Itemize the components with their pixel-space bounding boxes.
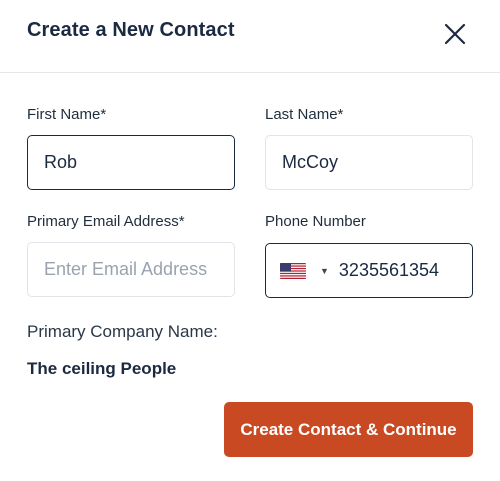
first-name-label: First Name* [27,106,107,123]
phone-label: Phone Number [265,213,366,230]
first-name-field[interactable]: Rob [27,135,235,190]
create-contact-dialog: Create a New Contact First Name* Rob Las… [0,0,500,481]
company-name: The ceiling People [27,359,177,378]
dialog-title: Create a New Contact [27,19,235,41]
phone-field[interactable]: ▼ 3235561354 [265,243,473,298]
caret-down-icon[interactable]: ▼ [320,266,329,276]
email-label: Primary Email Address* [27,213,185,230]
create-contact-button[interactable]: Create Contact & Continue [224,402,473,457]
dialog-header: Create a New Contact [0,0,500,73]
close-icon [444,23,466,45]
company-label: Primary Company Name: [27,322,218,341]
last-name-value: McCoy [282,152,339,172]
last-name-field[interactable]: McCoy [265,135,473,190]
close-button[interactable] [441,20,469,48]
first-name-value: Rob [44,152,78,172]
email-field[interactable]: Enter Email Address [27,242,235,297]
email-placeholder: Enter Email Address [44,259,208,279]
last-name-label: Last Name* [265,106,344,123]
phone-value: 3235561354 [338,260,440,280]
us-flag-icon[interactable] [280,262,306,279]
